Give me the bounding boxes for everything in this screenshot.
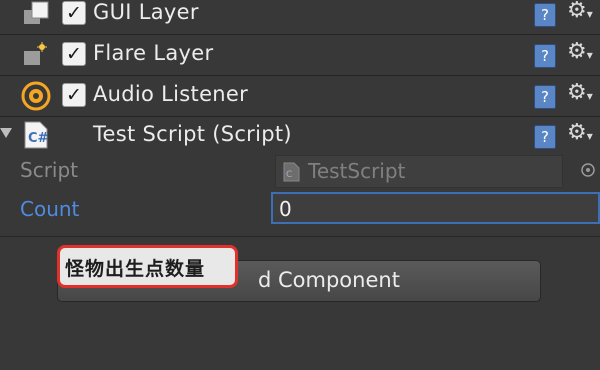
script-value: TestScript [308, 159, 406, 183]
help-icon[interactable]: ? [534, 44, 556, 68]
audio-listener-icon [21, 81, 53, 117]
script-label: Script [20, 158, 79, 182]
help-icon[interactable]: ? [534, 125, 556, 149]
component-row-test-script: C# Test Script (Script) ? ⚙▾ [0, 116, 600, 156]
component-row-flare-layer: ✓ Flare Layer ? ⚙▾ [0, 35, 600, 76]
count-value: 0 [279, 197, 292, 221]
audio-listener-enabled-checkbox[interactable]: ✓ [62, 83, 86, 107]
gui-layer-enabled-checkbox[interactable]: ✓ [62, 1, 86, 25]
csharp-script-icon: C# [22, 120, 50, 154]
count-tooltip: 怪物出生点数量 [57, 245, 238, 288]
gear-icon[interactable]: ⚙▾ [567, 0, 593, 23]
gui-layer-icon [22, 0, 50, 32]
component-row-audio-listener: ✓ Audio Listener ? ⚙▾ [0, 76, 600, 117]
flare-layer-icon [22, 41, 50, 73]
component-name: Audio Listener [93, 82, 249, 106]
count-input[interactable]: 0 [271, 192, 600, 224]
inspector-divider [0, 236, 600, 237]
component-name: Flare Layer [93, 41, 214, 65]
script-file-icon: C [283, 162, 301, 186]
gear-icon[interactable]: ⚙▾ [567, 120, 593, 145]
svg-text:C#: C# [28, 131, 49, 146]
object-picker-icon[interactable] [580, 162, 596, 182]
help-icon[interactable]: ? [534, 85, 556, 109]
component-row-gui-layer: ✓ GUI Layer ? ⚙▾ [0, 0, 600, 35]
foldout-arrow-icon[interactable] [0, 128, 12, 138]
gear-icon[interactable]: ⚙▾ [567, 80, 593, 105]
count-label: Count [20, 197, 80, 221]
gear-icon[interactable]: ⚙▾ [567, 39, 593, 64]
script-object-field: C TestScript [275, 155, 563, 188]
component-title: Test Script (Script) [93, 122, 292, 146]
svg-text:C: C [286, 170, 292, 180]
flare-layer-enabled-checkbox[interactable]: ✓ [62, 42, 86, 66]
tooltip-text: 怪物出生点数量 [65, 258, 206, 280]
component-name: GUI Layer [93, 0, 199, 24]
help-icon[interactable]: ? [534, 3, 556, 27]
add-component-label: d Component [258, 268, 400, 292]
